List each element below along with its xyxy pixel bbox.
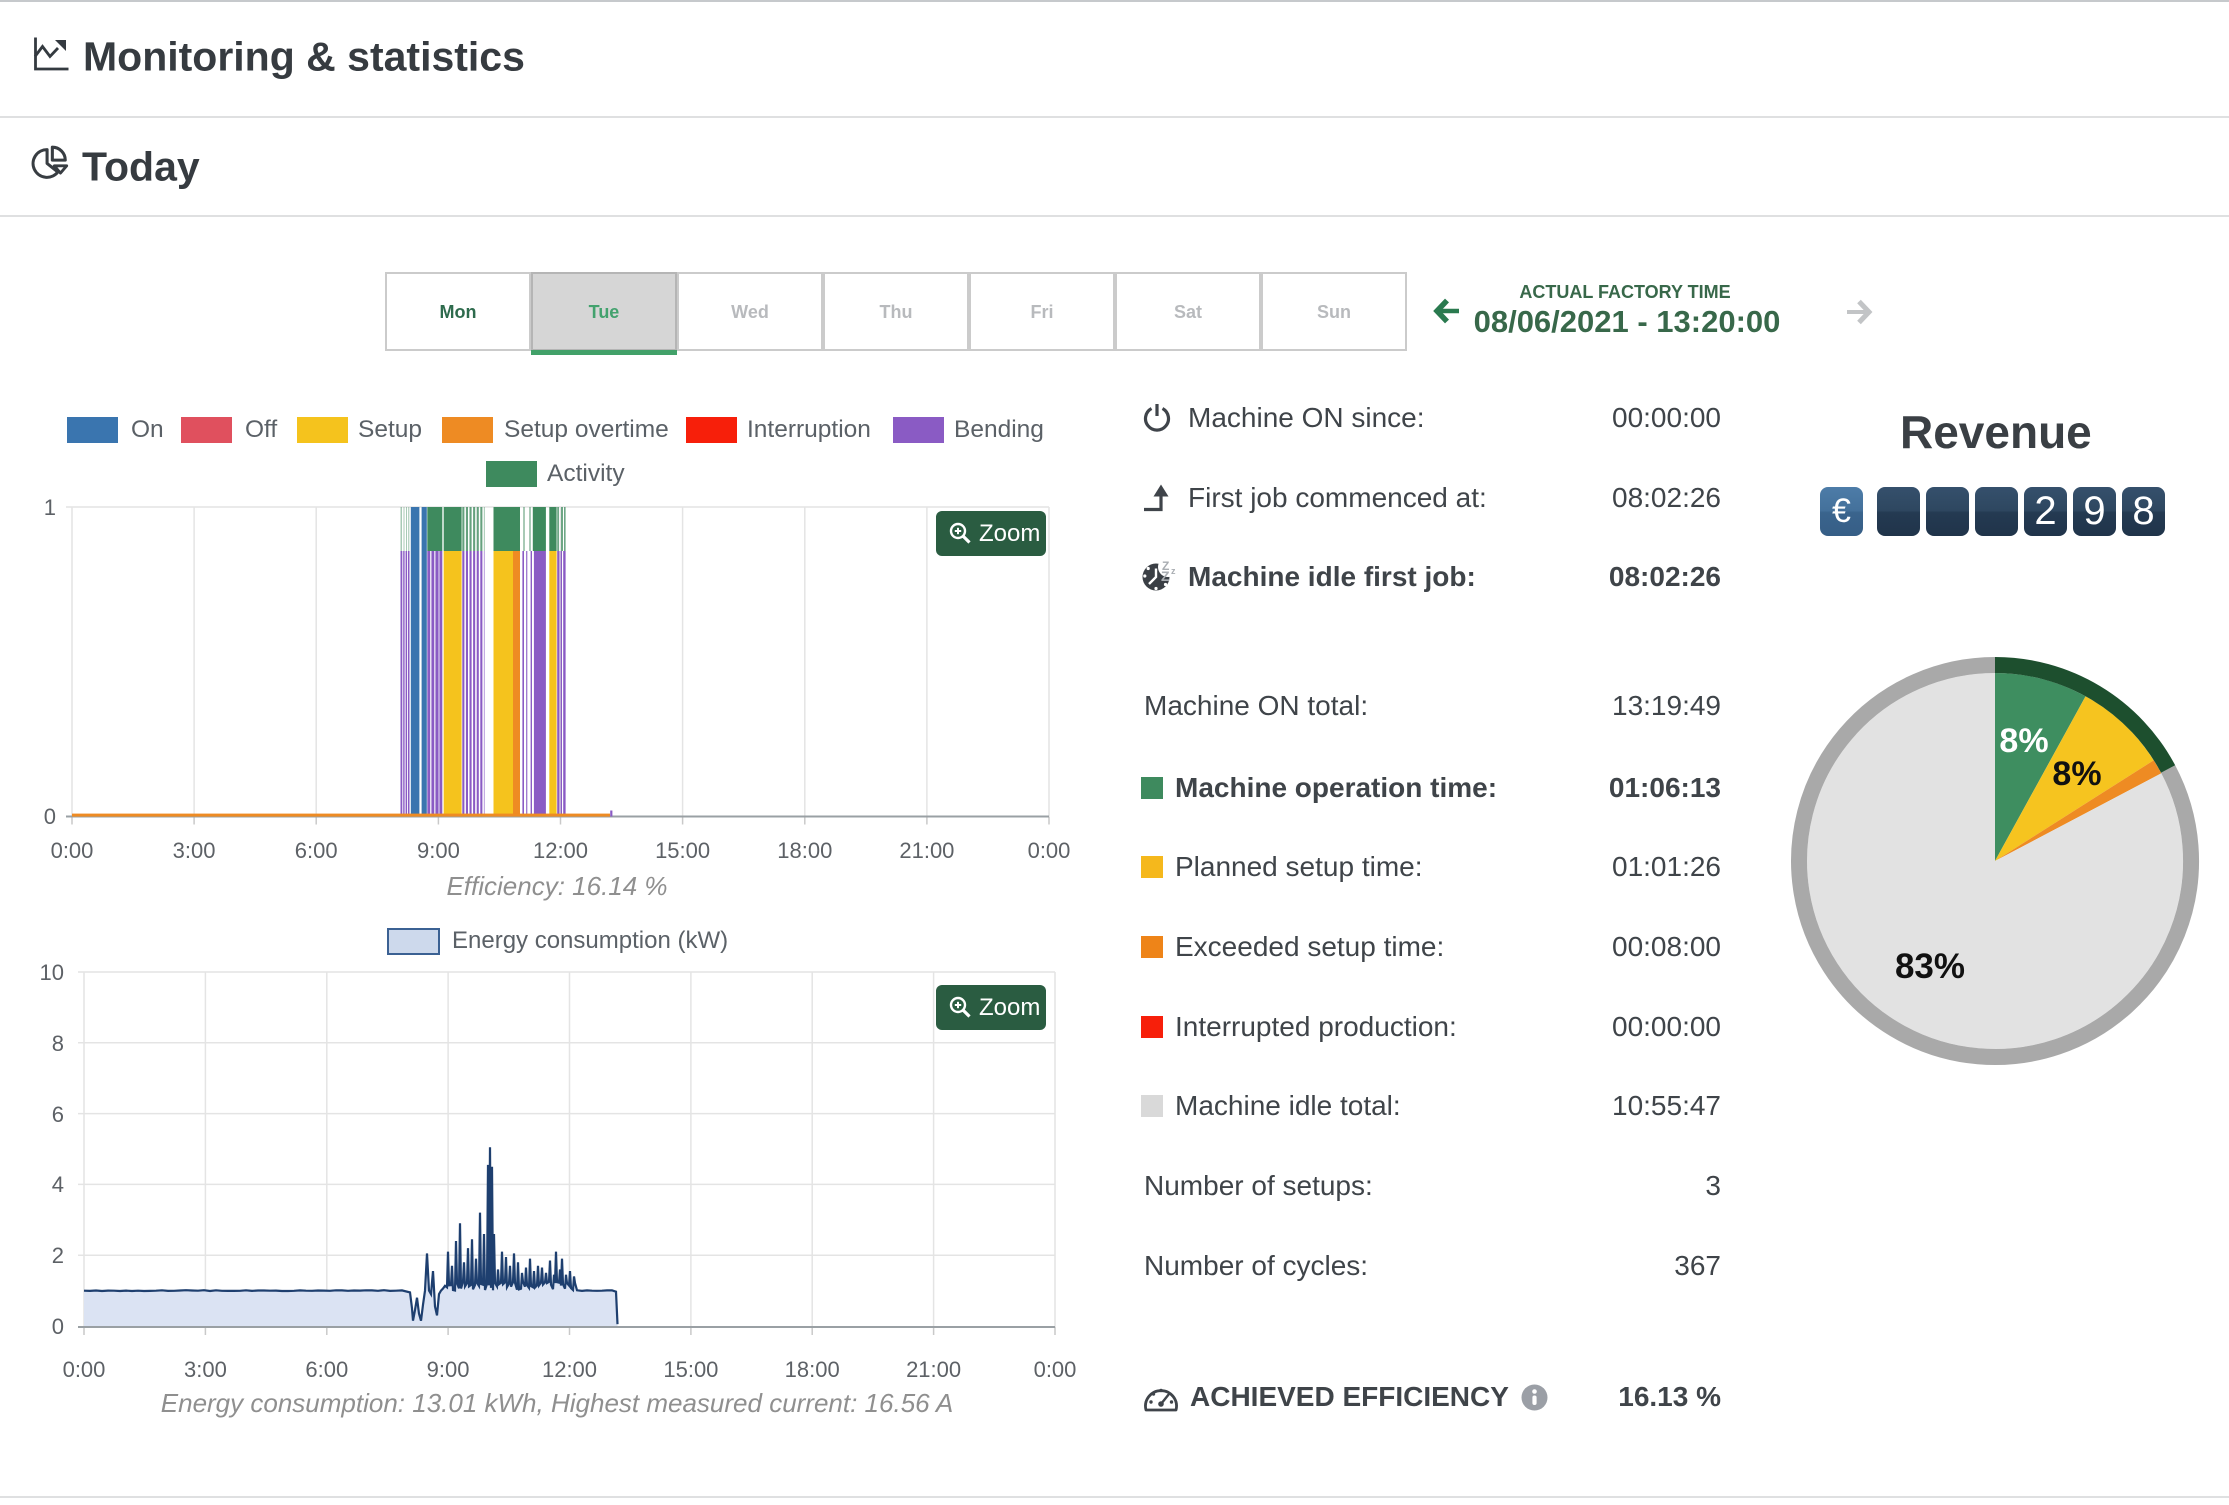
svg-text:0: 0 <box>52 1314 64 1339</box>
svg-text:10: 10 <box>40 960 64 985</box>
svg-text:8: 8 <box>52 1031 64 1056</box>
svg-text:8%: 8% <box>1999 722 2048 760</box>
svg-text:0:00: 0:00 <box>63 1357 106 1382</box>
svg-text:3:00: 3:00 <box>184 1357 227 1382</box>
svg-text:15:00: 15:00 <box>663 1357 718 1382</box>
svg-text:6: 6 <box>52 1102 64 1127</box>
svg-text:9:00: 9:00 <box>427 1357 470 1382</box>
svg-text:0:00: 0:00 <box>1034 1357 1077 1382</box>
svg-text:z: z <box>1171 566 1176 576</box>
svg-text:18:00: 18:00 <box>785 1357 840 1382</box>
svg-text:Z: Z <box>1161 568 1170 584</box>
svg-text:6:00: 6:00 <box>305 1357 348 1382</box>
svg-text:21:00: 21:00 <box>906 1357 961 1382</box>
svg-text:12:00: 12:00 <box>542 1357 597 1382</box>
svg-text:83%: 83% <box>1895 947 1965 986</box>
svg-text:8%: 8% <box>2052 755 2101 793</box>
svg-text:2: 2 <box>52 1243 64 1268</box>
svg-text:4: 4 <box>52 1172 64 1197</box>
